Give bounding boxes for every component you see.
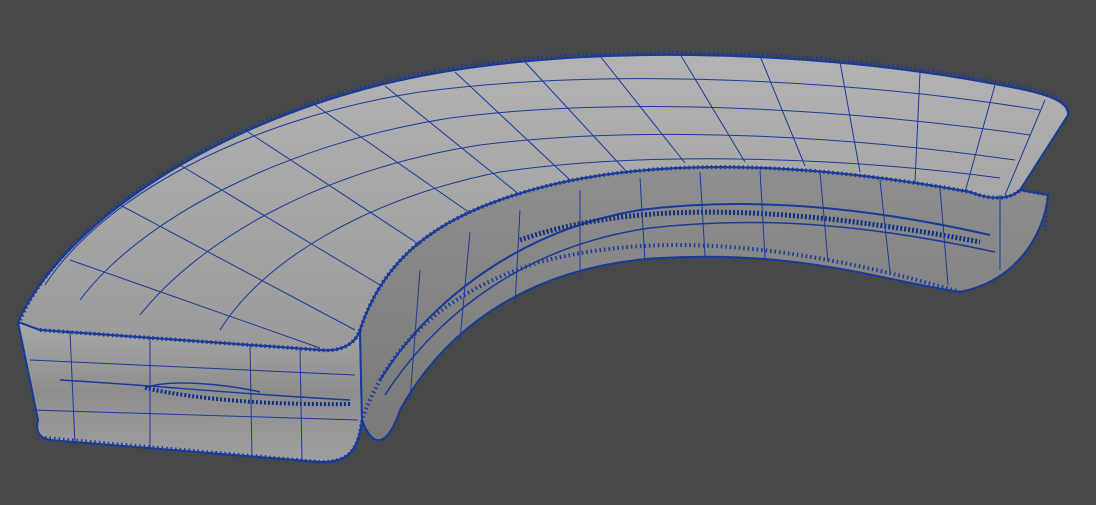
mesh-render[interactable] — [0, 0, 1096, 505]
3d-viewport[interactable] — [0, 0, 1096, 505]
